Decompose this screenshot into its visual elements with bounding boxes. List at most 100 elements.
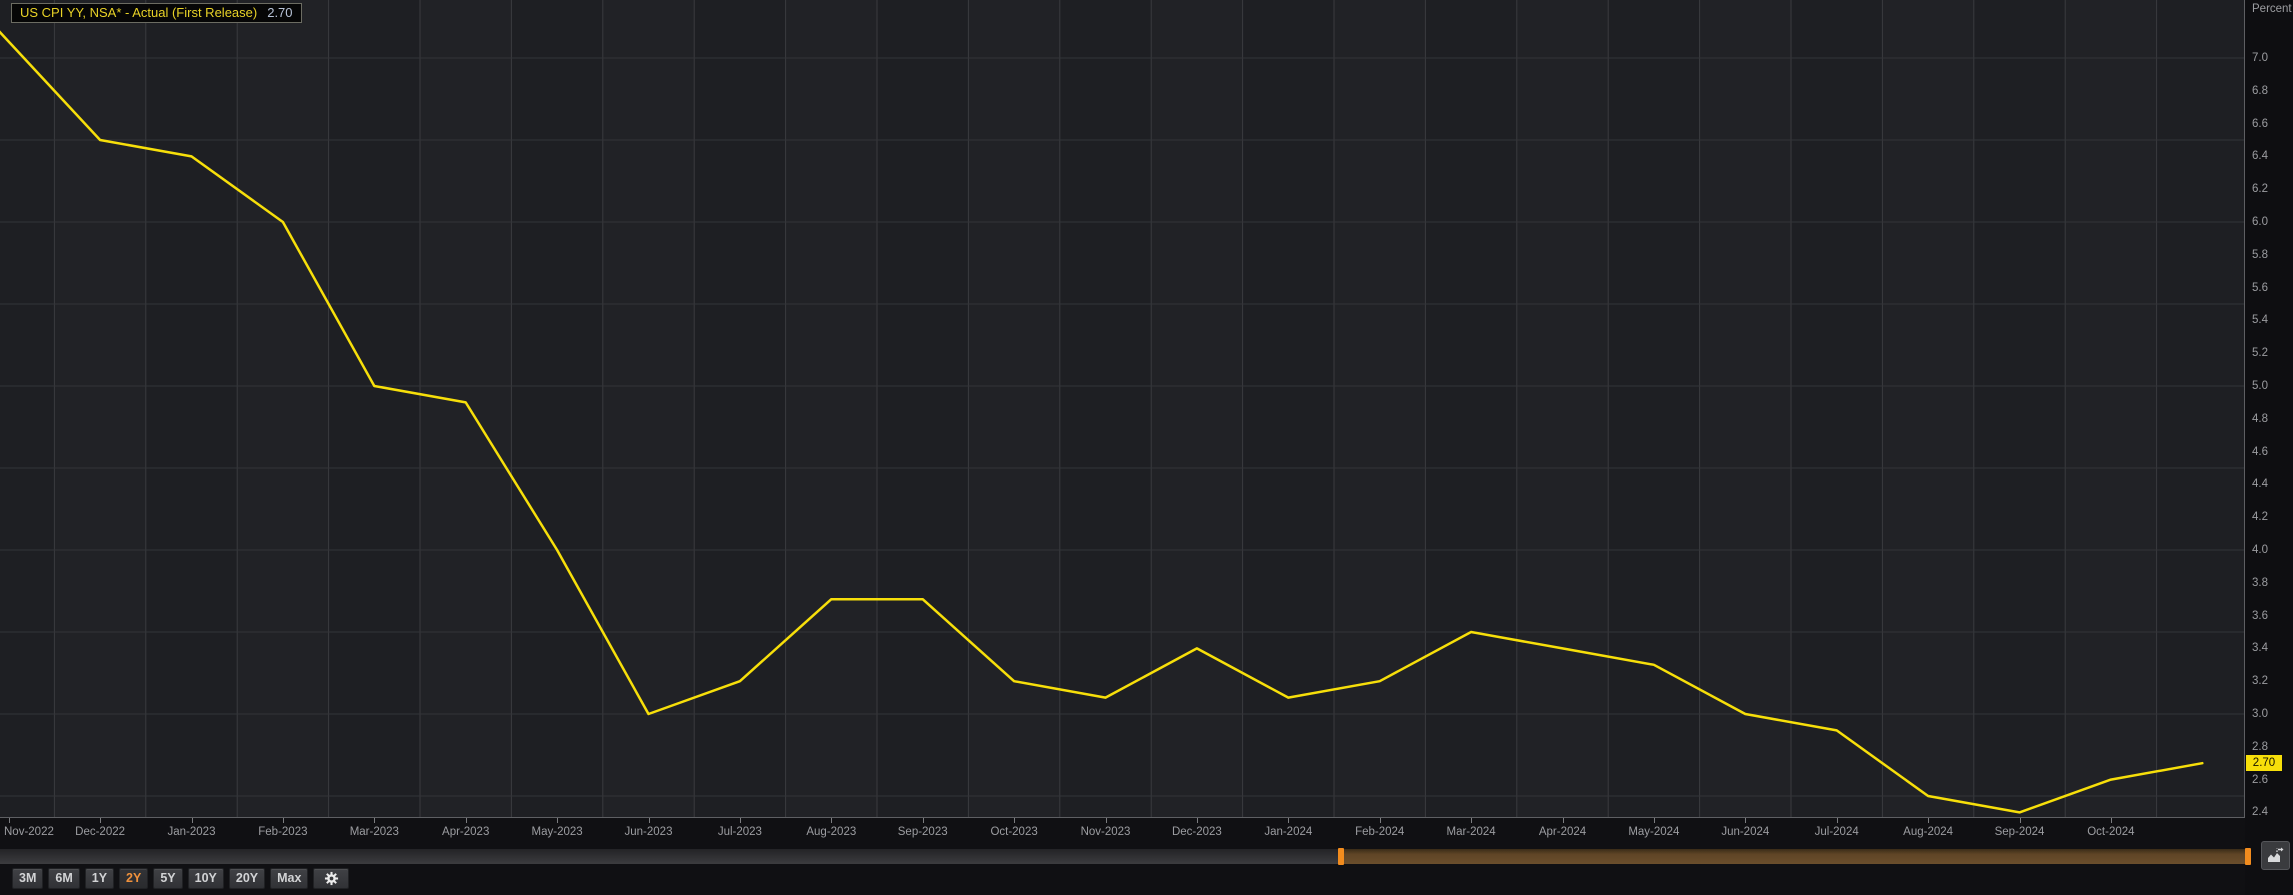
x-tick-mark (283, 818, 284, 823)
range-button-3m[interactable]: 3M (12, 868, 43, 889)
y-tick-label: 5.4 (2252, 313, 2292, 327)
x-tick-mark (1928, 818, 1929, 823)
month-band (54, 0, 145, 817)
x-tick-label: Sep-2023 (878, 826, 968, 838)
x-tick-mark (1837, 818, 1838, 823)
x-tick-mark (100, 818, 101, 823)
month-band (420, 0, 511, 817)
x-tick-label: Oct-2024 (2066, 826, 2156, 838)
x-tick-label: Jan-2023 (147, 826, 237, 838)
x-tick-label: Sep-2024 (1975, 826, 2065, 838)
cpi-series-line (0, 0, 2202, 812)
x-tick-label: May-2023 (512, 826, 602, 838)
x-tick-label: Dec-2022 (55, 826, 145, 838)
y-tick-label: 3.6 (2252, 609, 2292, 623)
x-tick-mark (9, 818, 10, 823)
y-tick-label: 2.8 (2252, 740, 2292, 754)
x-tick-mark (649, 818, 650, 823)
x-tick-label: May-2024 (1609, 826, 1699, 838)
range-button-2y[interactable]: 2Y (119, 868, 148, 889)
x-tick-label: Apr-2024 (1518, 826, 1608, 838)
y-tick-label: 4.2 (2252, 510, 2292, 524)
x-tick-mark (1106, 818, 1107, 823)
y-tick-label: 5.8 (2252, 248, 2292, 262)
x-tick-label: Mar-2024 (1426, 826, 1516, 838)
x-tick-mark (1563, 818, 1564, 823)
y-tick-label: 6.8 (2252, 84, 2292, 98)
price-chart-plot-area[interactable] (0, 0, 2244, 817)
month-band (603, 0, 694, 817)
y-tick-label: 4.8 (2252, 412, 2292, 426)
y-tick-label: 5.2 (2252, 346, 2292, 360)
x-tick-mark (1288, 818, 1289, 823)
x-tick-label: Aug-2023 (786, 826, 876, 838)
x-tick-mark (740, 818, 741, 823)
range-button-1y[interactable]: 1Y (85, 868, 114, 889)
y-tick-label: 4.6 (2252, 445, 2292, 459)
timeline-selected-range[interactable] (1338, 849, 2251, 864)
range-button-20y[interactable]: 20Y (229, 868, 265, 889)
x-tick-label: Jun-2024 (1700, 826, 1790, 838)
series-legend[interactable]: US CPI YY, NSA* - Actual (First Release)… (11, 3, 302, 23)
month-band (237, 0, 328, 817)
range-button-5y[interactable]: 5Y (153, 868, 182, 889)
x-tick-mark (1014, 818, 1015, 823)
series-name: US CPI YY, NSA* - Actual (First Release) (20, 5, 257, 20)
month-band (1334, 0, 1425, 817)
cpi-line-chart (0, 0, 2244, 817)
month-band (1882, 0, 1973, 817)
x-tick-mark (1745, 818, 1746, 823)
cpi-chart-window: US CPI YY, NSA* - Actual (First Release)… (0, 0, 2293, 895)
x-tick-mark (557, 818, 558, 823)
x-tick-label: Jun-2023 (604, 826, 694, 838)
month-band (1700, 0, 1791, 817)
chart-append-button[interactable] (2261, 841, 2290, 870)
y-tick-label: 4.0 (2252, 543, 2292, 557)
y-tick-label: 6.4 (2252, 149, 2292, 163)
x-tick-mark (192, 818, 193, 823)
y-tick-label: 3.8 (2252, 576, 2292, 590)
y-tick-label: 7.0 (2252, 51, 2292, 65)
x-tick-mark (831, 818, 832, 823)
range-button-max[interactable]: Max (270, 868, 308, 889)
y-tick-label: 2.4 (2252, 805, 2292, 819)
y-tick-label: 6.0 (2252, 215, 2292, 229)
x-tick-label: Nov-2023 (1061, 826, 1151, 838)
x-tick-label: Feb-2024 (1335, 826, 1425, 838)
series-latest-value: 2.70 (267, 5, 292, 20)
x-tick-mark (2111, 818, 2112, 823)
x-tick-label: Mar-2023 (329, 826, 419, 838)
x-tick-label: Jul-2024 (1792, 826, 1882, 838)
x-tick-label: Feb-2023 (238, 826, 328, 838)
y-tick-label: 4.4 (2252, 477, 2292, 491)
x-tick-label: Jul-2023 (695, 826, 785, 838)
y-axis-unit-label: Percent (2252, 3, 2292, 15)
x-tick-mark (1380, 818, 1381, 823)
month-band (786, 0, 877, 817)
month-band (1517, 0, 1608, 817)
x-tick-mark (1471, 818, 1472, 823)
y-tick-label: 3.4 (2252, 641, 2292, 655)
y-tick-label: 3.2 (2252, 674, 2292, 688)
month-band (968, 0, 1059, 817)
y-tick-label: 5.0 (2252, 379, 2292, 393)
range-handle-left[interactable] (1338, 848, 1344, 865)
y-tick-label: 3.0 (2252, 707, 2292, 721)
x-tick-label: Aug-2024 (1883, 826, 1973, 838)
range-handle-right[interactable] (2245, 848, 2251, 865)
y-tick-label: 6.2 (2252, 182, 2292, 196)
range-button-6m[interactable]: 6M (48, 868, 79, 889)
x-tick-mark (1654, 818, 1655, 823)
y-tick-label: 2.6 (2252, 773, 2292, 787)
x-tick-mark (1197, 818, 1198, 823)
latest-value-badge: 2.70 (2246, 755, 2282, 771)
x-tick-mark (466, 818, 467, 823)
chart-append-icon (2266, 846, 2285, 865)
x-axis-line (0, 817, 2245, 818)
x-tick-mark (374, 818, 375, 823)
chart-settings-button[interactable] (313, 868, 349, 889)
range-button-row: 3M6M 1Y2Y5Y 10Y20YMax (12, 868, 349, 889)
x-tick-label: Jan-2024 (1243, 826, 1333, 838)
x-tick-mark (923, 818, 924, 823)
range-button-10y[interactable]: 10Y (188, 868, 224, 889)
